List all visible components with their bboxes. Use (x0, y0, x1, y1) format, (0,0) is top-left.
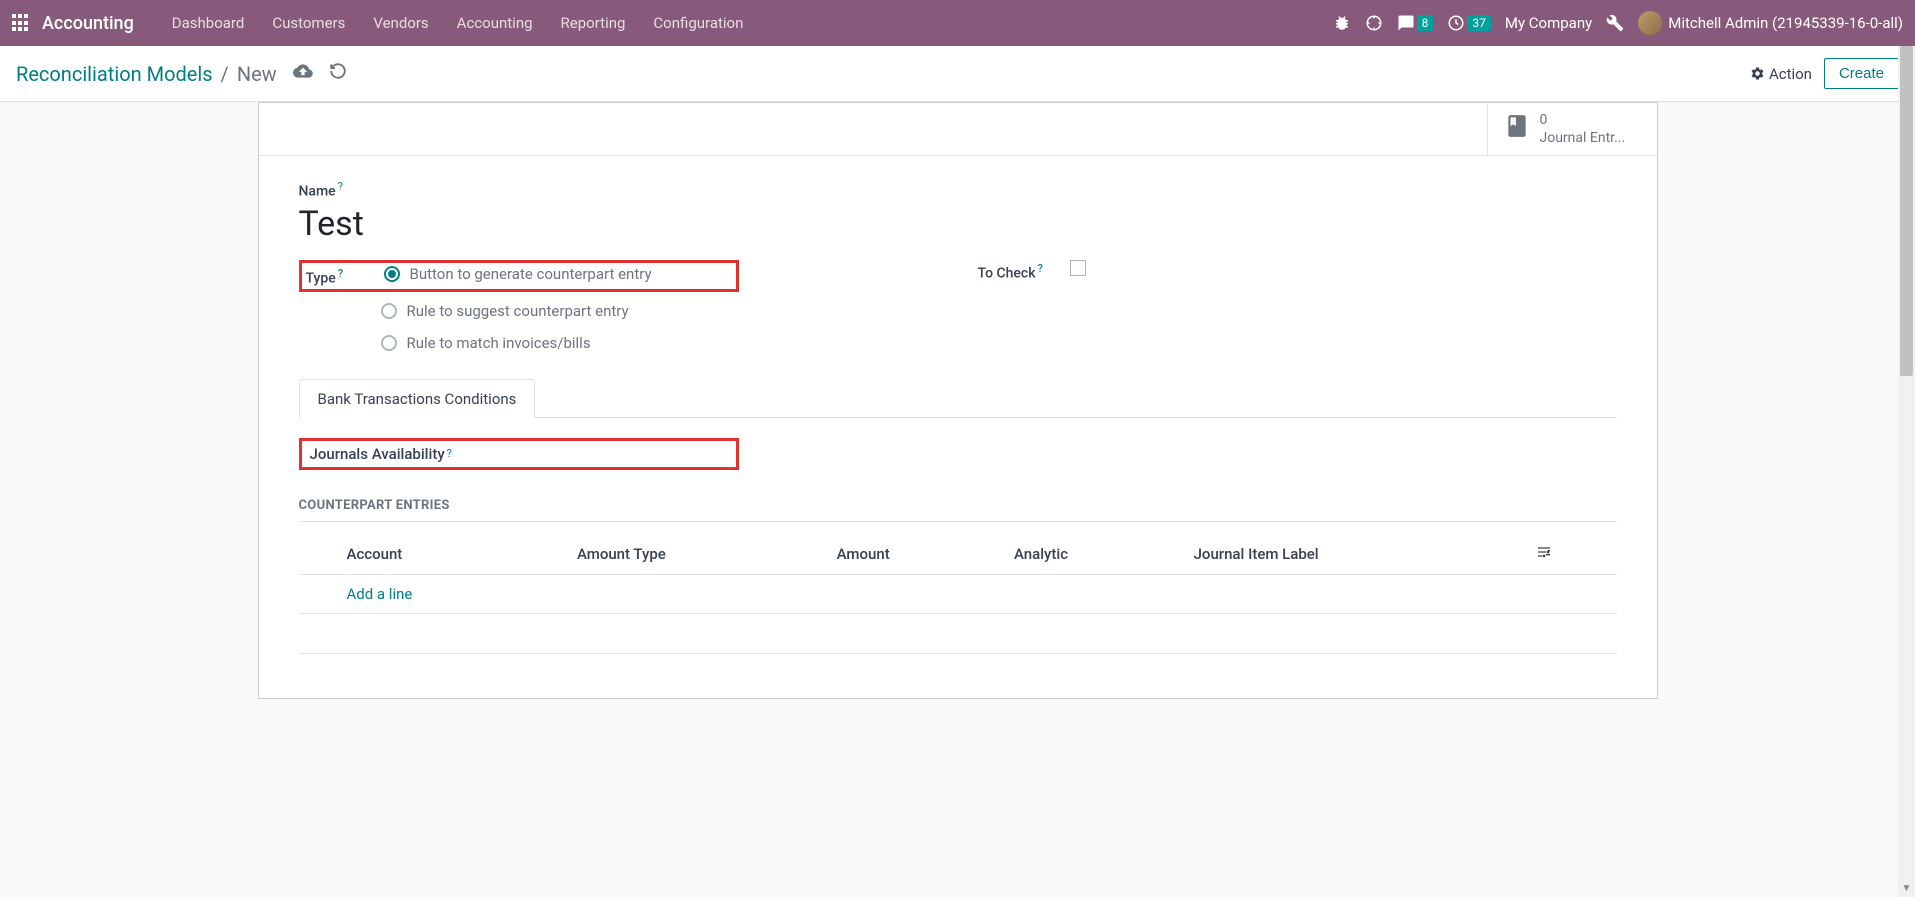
top-nav: Accounting Dashboard Customers Vendors A… (0, 0, 1915, 46)
journals-highlight: Journals Availability? (299, 438, 739, 470)
support-icon[interactable] (1365, 14, 1383, 32)
name-field-value[interactable]: Test (299, 204, 1617, 244)
radio-checked-icon (384, 266, 400, 282)
type-radio-rule-suggest[interactable]: Rule to suggest counterpart entry (381, 302, 629, 320)
nav-dashboard[interactable]: Dashboard (158, 0, 259, 46)
col-account[interactable]: Account (299, 534, 565, 575)
avatar (1638, 11, 1662, 35)
nav-accounting[interactable]: Accounting (443, 0, 547, 46)
journals-availability-label: Journals Availability (310, 445, 445, 463)
brand-label[interactable]: Accounting (42, 13, 134, 34)
scrollbar[interactable]: ▲ ▼ (1898, 46, 1915, 897)
col-journal-item-label[interactable]: Journal Item Label (1182, 534, 1525, 575)
breadcrumb-current: New (237, 62, 277, 86)
main-content: 0 Journal Entr... Name? Test Ty (0, 102, 1915, 699)
table-settings-icon[interactable] (1524, 534, 1616, 575)
empty-row (299, 613, 1617, 653)
nav-reporting[interactable]: Reporting (547, 0, 640, 46)
tab-content: Journals Availability? Counterpart Entri… (299, 418, 1617, 674)
gear-icon (1750, 66, 1765, 81)
scroll-thumb[interactable] (1900, 46, 1913, 376)
radio-unchecked-icon (381, 303, 397, 319)
cloud-save-icon[interactable] (293, 61, 313, 86)
stat-label: Journal Entr... (1540, 129, 1626, 147)
bug-icon[interactable] (1333, 14, 1351, 32)
activities-badge: 37 (1467, 15, 1491, 31)
breadcrumb-separator: / (221, 62, 229, 86)
type-radio-button-generate[interactable]: Button to generate counterpart entry (384, 265, 652, 283)
type-help-icon[interactable]: ? (338, 267, 343, 280)
action-dropdown[interactable]: Action (1750, 65, 1812, 83)
tools-icon[interactable] (1606, 14, 1624, 32)
user-name: Mitchell Admin (21945339-16-0-all) (1668, 14, 1903, 32)
col-analytic[interactable]: Analytic (1002, 534, 1182, 575)
apps-icon[interactable] (12, 14, 30, 32)
journals-help-icon[interactable]: ? (447, 447, 452, 460)
nav-configuration[interactable]: Configuration (639, 0, 757, 46)
messages-badge: 8 (1417, 15, 1434, 31)
action-label: Action (1769, 65, 1812, 83)
form-sheet: 0 Journal Entr... Name? Test Ty (258, 102, 1658, 699)
discard-icon[interactable] (329, 62, 347, 85)
to-check-label: To Check? (978, 260, 1058, 282)
breadcrumb: Reconciliation Models / New (16, 61, 347, 86)
counterpart-heading: Counterpart Entries (299, 498, 1617, 513)
button-box: 0 Journal Entr... (259, 103, 1657, 156)
counterpart-table: Account Amount Type Amount Analytic Jour… (299, 534, 1617, 654)
type-field-label: Type? (306, 265, 366, 287)
col-amount[interactable]: Amount (825, 534, 1002, 575)
name-field-label: Name (299, 184, 336, 200)
control-right: Action Create (1750, 58, 1899, 89)
type-highlight: Type? Button to generate counterpart ent… (299, 260, 739, 292)
user-menu[interactable]: Mitchell Admin (21945339-16-0-all) (1638, 11, 1903, 35)
control-panel: Reconciliation Models / New Action Creat… (0, 46, 1915, 102)
stat-count: 0 (1540, 111, 1626, 129)
company-switcher[interactable]: My Company (1505, 14, 1592, 32)
type-radio-rule-match[interactable]: Rule to match invoices/bills (381, 334, 629, 352)
add-line-row: Add a line (299, 574, 1617, 613)
nav-links: Dashboard Customers Vendors Accounting R… (158, 0, 758, 46)
messages-icon[interactable]: 8 (1397, 14, 1434, 32)
to-check-checkbox[interactable] (1070, 260, 1086, 276)
to-check-help-icon[interactable]: ? (1038, 262, 1043, 275)
breadcrumb-parent[interactable]: Reconciliation Models (16, 62, 213, 86)
name-help-icon[interactable]: ? (338, 180, 343, 193)
add-line-button[interactable]: Add a line (347, 585, 413, 603)
tabs: Bank Transactions Conditions (299, 378, 1617, 418)
divider (299, 521, 1617, 522)
nav-vendors[interactable]: Vendors (359, 0, 442, 46)
activities-icon[interactable]: 37 (1447, 14, 1491, 32)
scroll-down-icon[interactable]: ▼ (1898, 880, 1915, 897)
tab-bank-conditions[interactable]: Bank Transactions Conditions (299, 379, 536, 418)
create-button[interactable]: Create (1824, 58, 1899, 89)
radio-unchecked-icon (381, 335, 397, 351)
nav-customers[interactable]: Customers (258, 0, 359, 46)
nav-right: 8 37 My Company Mitchell Admin (21945339… (1333, 11, 1903, 35)
book-icon (1504, 113, 1530, 145)
col-amount-type[interactable]: Amount Type (565, 534, 825, 575)
journal-entries-stat[interactable]: 0 Journal Entr... (1487, 103, 1657, 155)
